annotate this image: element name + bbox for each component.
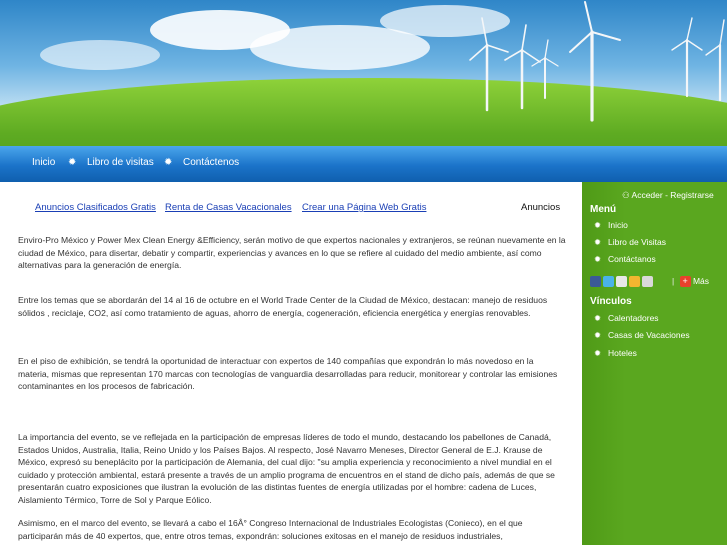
star-icon: ✹ bbox=[594, 348, 602, 358]
article-paragraph-1: Enviro-Pro México y Power Mex Clean Ener… bbox=[18, 235, 566, 270]
sidebar-link-label: Hoteles bbox=[608, 348, 637, 358]
header-banner bbox=[0, 0, 727, 146]
sidebar-item-libro-de-visitas[interactable]: ✹ Libro de Visitas bbox=[594, 237, 666, 248]
user-icon: ⚇ bbox=[622, 190, 630, 200]
star-icon: ✹ bbox=[594, 220, 602, 230]
links-title: Vínculos bbox=[590, 296, 632, 307]
nav-inicio[interactable]: Inicio bbox=[32, 157, 55, 168]
sidebar-item-inicio[interactable]: ✹ Inicio bbox=[594, 220, 628, 231]
facebook-icon[interactable] bbox=[590, 276, 601, 288]
more-label: Más bbox=[692, 276, 710, 286]
sidebar-link-label: Calentadores bbox=[608, 313, 659, 323]
ads-label: Anuncios bbox=[521, 202, 561, 213]
login-label: Acceder - Registrarse bbox=[631, 190, 714, 200]
sidebar-item-label: Libro de Visitas bbox=[608, 237, 666, 247]
bookmark-icon[interactable] bbox=[629, 276, 640, 288]
sidebar-link-label: Casas de Vacaciones bbox=[608, 330, 690, 340]
ad-link-clasificados[interactable]: Anuncios Clasificados Gratis bbox=[35, 202, 156, 213]
more-share-button[interactable]: | + Más bbox=[672, 276, 710, 288]
star-icon: ✹ bbox=[68, 157, 77, 168]
star-icon: ✹ bbox=[594, 330, 602, 340]
cloud-decoration bbox=[40, 40, 160, 70]
star-icon: ✹ bbox=[594, 237, 602, 247]
wind-turbines-image bbox=[469, 1, 725, 122]
sidebar-item-label: Contáctanos bbox=[608, 254, 656, 264]
login-link[interactable]: ⚇ Acceder - Registrarse bbox=[622, 190, 714, 201]
twitter-icon[interactable] bbox=[603, 276, 614, 288]
star-icon: ✹ bbox=[594, 254, 602, 264]
sidebar-link-hoteles[interactable]: ✹ Hoteles bbox=[594, 348, 637, 359]
article-paragraph-3: En el piso de exhibición, se tendrá la o… bbox=[18, 356, 558, 391]
top-nav: Inicio ✹ Libro de visitas ✹ Contáctenos bbox=[0, 146, 727, 182]
nav-libro-de-visitas[interactable]: Libro de visitas bbox=[87, 157, 154, 168]
sidebar-item-contactanos[interactable]: ✹ Contáctanos bbox=[594, 254, 656, 265]
plus-icon: + bbox=[679, 276, 691, 288]
ad-link-pagina-web[interactable]: Crear una Página Web Gratis bbox=[302, 202, 426, 213]
star-icon: ✹ bbox=[164, 157, 173, 168]
sidebar-item-label: Inicio bbox=[608, 220, 628, 230]
email-icon[interactable] bbox=[616, 276, 627, 288]
main-content: Anuncios Clasificados Gratis Renta de Ca… bbox=[0, 182, 582, 545]
menu-title: Menú bbox=[590, 204, 617, 215]
divider: | bbox=[672, 276, 675, 286]
print-icon[interactable] bbox=[642, 276, 653, 288]
ad-link-casas-vacacionales[interactable]: Renta de Casas Vacacionales bbox=[165, 202, 292, 213]
sidebar-link-casas-de-vacaciones[interactable]: ✹ Casas de Vacaciones bbox=[594, 330, 690, 341]
nav-contactenos[interactable]: Contáctenos bbox=[183, 157, 239, 168]
article-paragraph-2: Entre los temas que se abordarán del 14 … bbox=[18, 295, 548, 318]
share-icons bbox=[590, 276, 655, 289]
sidebar: ⚇ Acceder - Registrarse Menú ✹ Inicio ✹ Li… bbox=[582, 182, 727, 545]
star-icon: ✹ bbox=[594, 313, 602, 323]
sidebar-link-calentadores[interactable]: ✹ Calentadores bbox=[594, 313, 659, 324]
article-paragraph-4: La importancia del evento, se ve refleja… bbox=[18, 432, 555, 505]
article-paragraph-5: Asimismo, en el marco del evento, se lle… bbox=[18, 518, 523, 541]
